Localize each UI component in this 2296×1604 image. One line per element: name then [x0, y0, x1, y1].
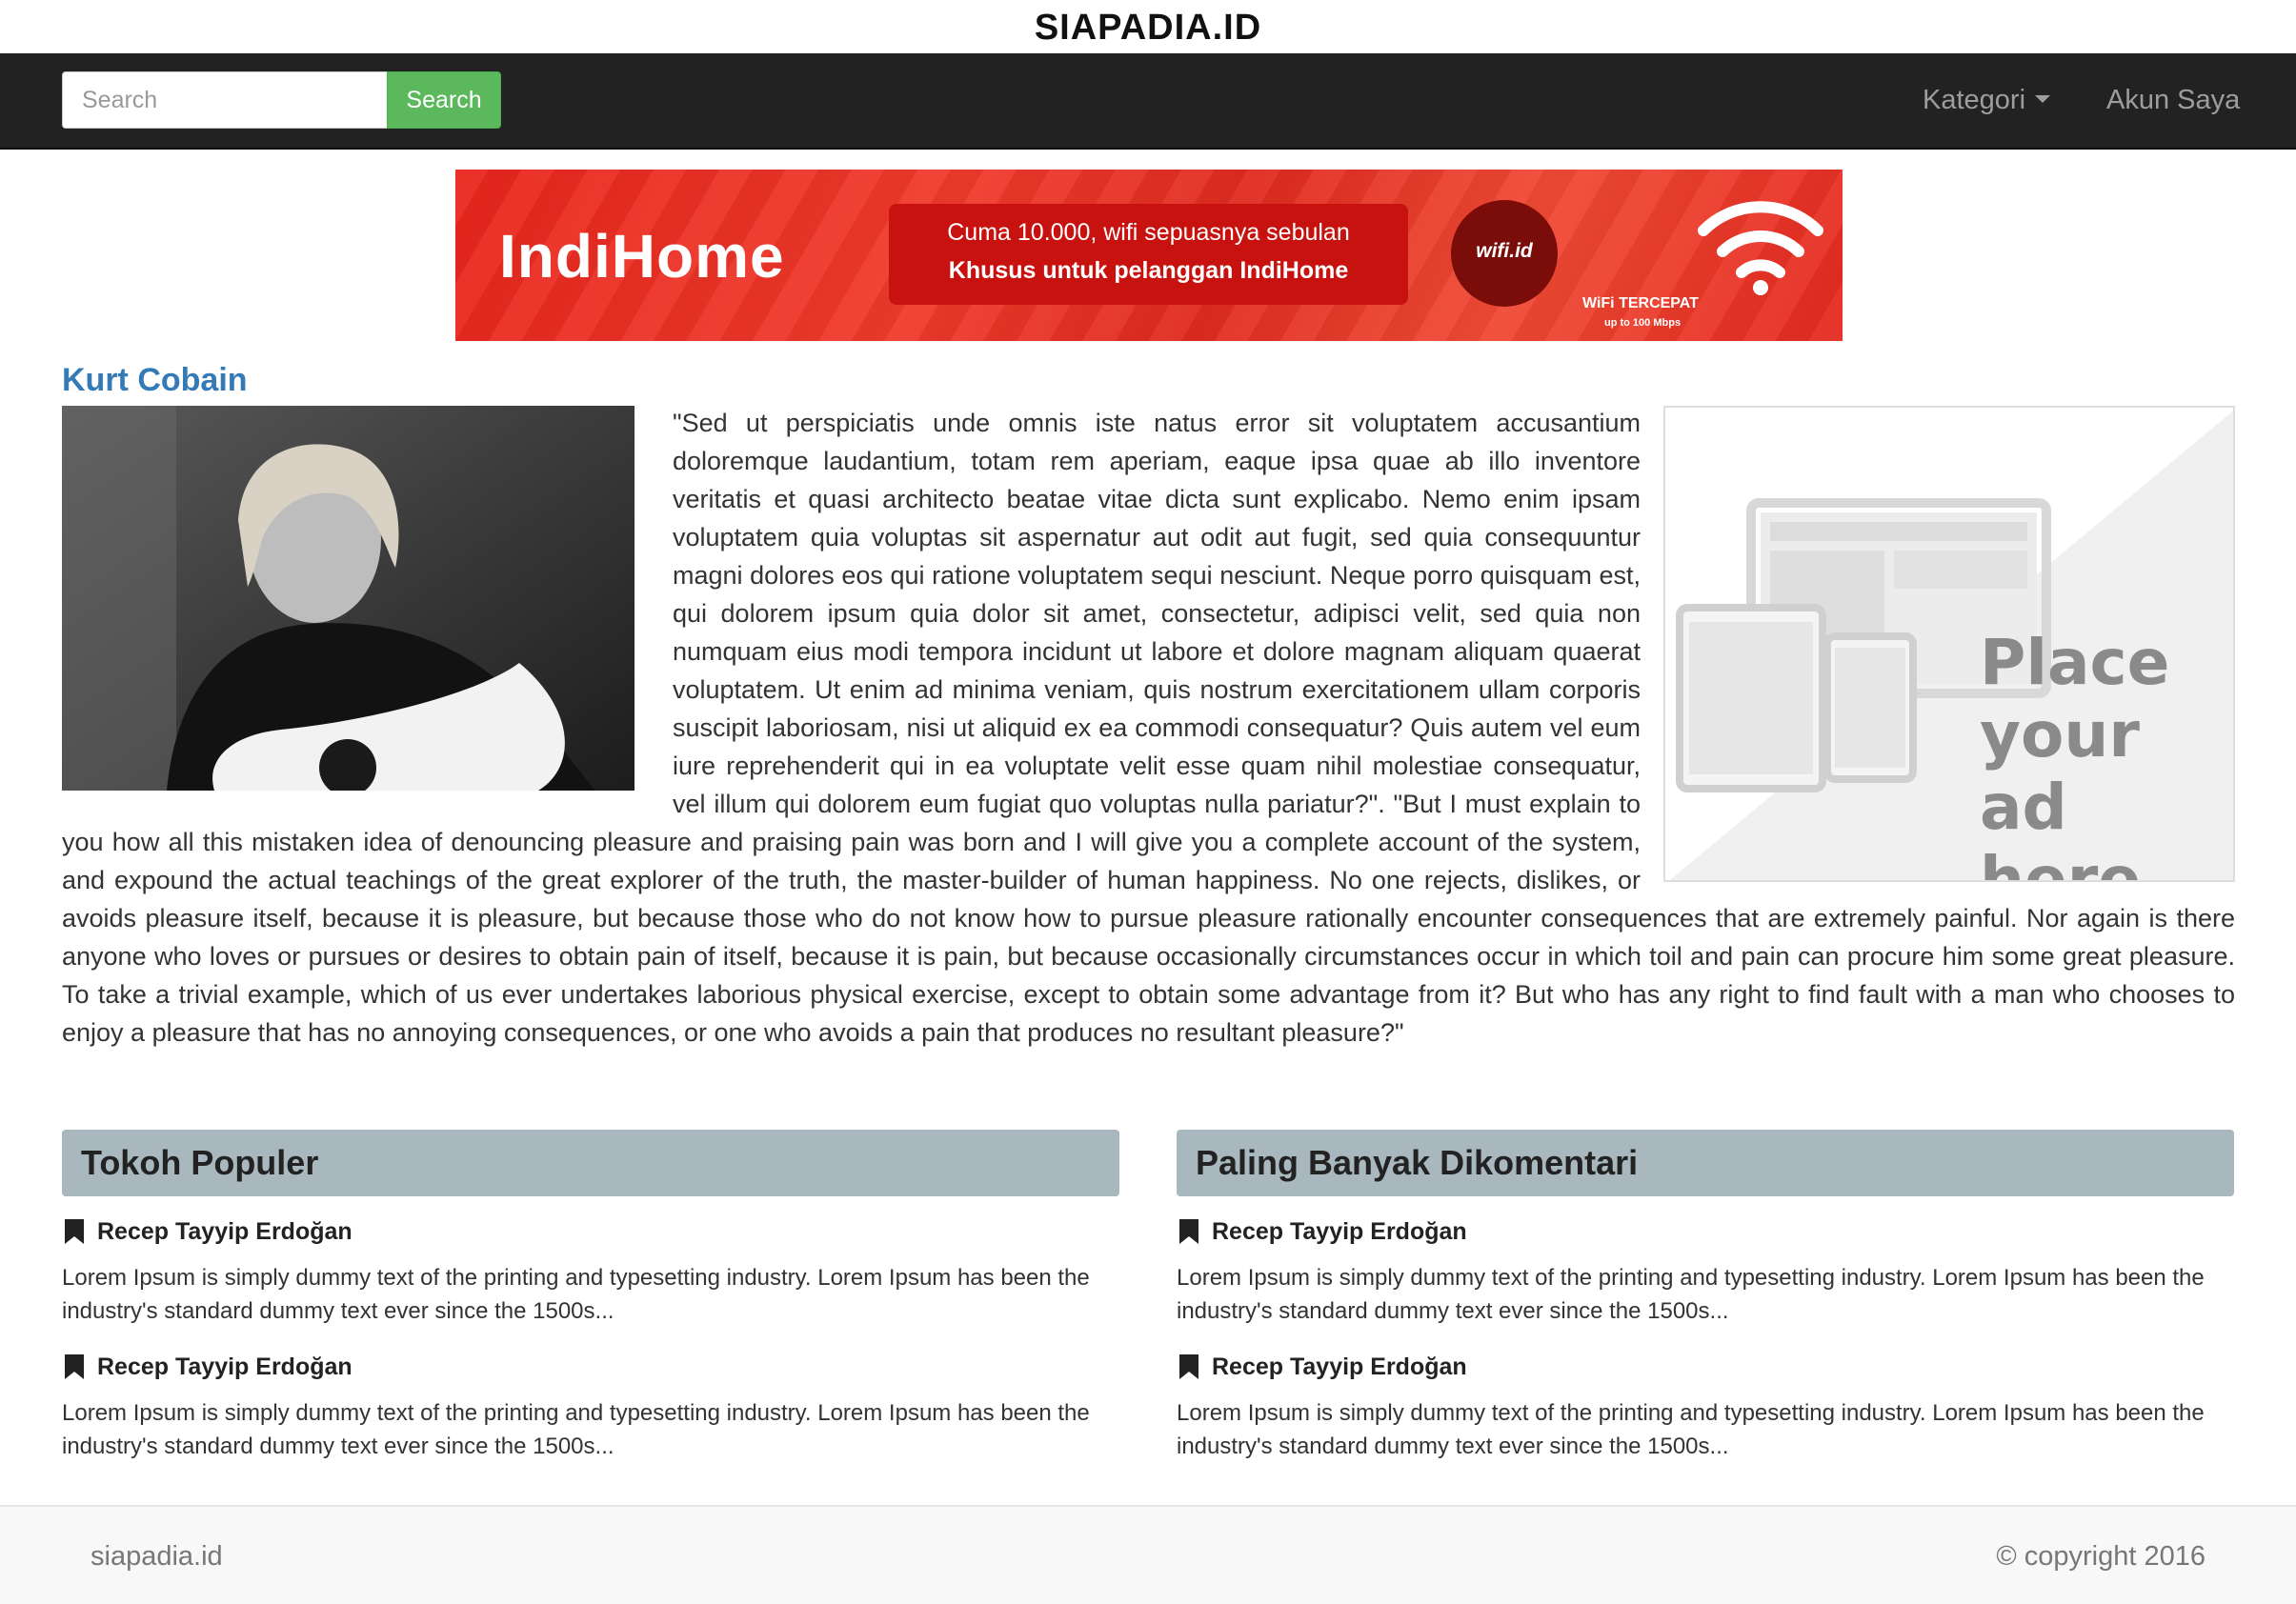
commented-list-item: Recep Tayyip Erdoğan Lorem Ipsum is simp…: [1177, 1215, 2234, 1328]
kategori-label: Kategori: [1923, 85, 2026, 115]
popular-list-item: Recep Tayyip Erdoğan Lorem Ipsum is simp…: [62, 1351, 1119, 1463]
portrait-illustration: [62, 406, 634, 791]
footer: siapadia.id © copyright 2016: [0, 1505, 2296, 1604]
banner-wifi-tercepat: WiFi TERCEPAT: [1582, 295, 1699, 311]
indihome-banner-ad[interactable]: IndiHome Cuma 10.000, wifi sepuasnya seb…: [455, 170, 1843, 341]
paling-banyak-dikomentari-heading: Paling Banyak Dikomentari: [1177, 1130, 2234, 1196]
bookmark-icon: [1179, 1354, 1198, 1379]
search-button[interactable]: Search: [387, 71, 501, 129]
ad-line-2: your: [1980, 698, 2140, 772]
ad-line-3: ad here: [1980, 771, 2142, 882]
commented-list-item: Recep Tayyip Erdoğan Lorem Ipsum is simp…: [1177, 1351, 2234, 1463]
wifi-id-logo-text: wifi.id: [1476, 240, 1533, 262]
commented-item-name: Recep Tayyip Erdoğan: [1212, 1353, 1467, 1380]
bookmark-icon: [1179, 1219, 1198, 1244]
banner-offer-line1: Cuma 10.000, wifi sepuasnya sebulan: [947, 219, 1350, 246]
commented-item-title[interactable]: Recep Tayyip Erdoğan: [1177, 1351, 2234, 1383]
commented-item-desc: Lorem Ipsum is simply dummy text of the …: [1177, 1265, 2205, 1324]
banner-offer-line2: Khusus untuk pelanggan IndiHome: [948, 257, 1349, 284]
commented-item-desc: Lorem Ipsum is simply dummy text of the …: [1177, 1400, 2205, 1459]
commented-item-title[interactable]: Recep Tayyip Erdoğan: [1177, 1215, 2234, 1248]
kategori-dropdown[interactable]: Kategori: [1923, 53, 2051, 148]
popular-item-desc: Lorem Ipsum is simply dummy text of the …: [62, 1400, 1090, 1459]
banner-wifi-speed: up to 100 Mbps: [1604, 317, 1682, 329]
bookmark-icon: [65, 1354, 84, 1379]
tokoh-populer-heading: Tokoh Populer: [62, 1130, 1119, 1196]
popular-item-name: Recep Tayyip Erdoğan: [97, 1353, 352, 1380]
banner-offer-box: Cuma 10.000, wifi sepuasnya sebulan Khus…: [889, 204, 1408, 305]
chevron-down-icon: [2035, 95, 2051, 104]
footer-copyright: © copyright 2016: [1996, 1541, 2205, 1572]
wifi-id-logo: wifi.id: [1451, 200, 1558, 307]
bookmark-icon: [65, 1219, 84, 1244]
navbar: Search Kategori Akun Saya: [0, 53, 2296, 150]
article-photo: [62, 406, 634, 791]
wifi-icon: [1698, 201, 1823, 295]
popular-item-title[interactable]: Recep Tayyip Erdoğan: [62, 1215, 1119, 1248]
search-input[interactable]: [62, 71, 388, 129]
ad-placeholder[interactable]: Place your ad here: [1663, 406, 2235, 882]
ad-line-1: Place: [1980, 626, 2170, 699]
tokoh-populer-title: Tokoh Populer: [81, 1143, 319, 1182]
banner-logo: IndiHome: [499, 222, 785, 291]
popular-item-title[interactable]: Recep Tayyip Erdoğan: [62, 1351, 1119, 1383]
popular-item-name: Recep Tayyip Erdoğan: [97, 1218, 352, 1245]
site-title: SIAPADIA.ID: [1034, 8, 1262, 48]
popular-item-desc: Lorem Ipsum is simply dummy text of the …: [62, 1265, 1090, 1324]
popular-list-item: Recep Tayyip Erdoğan Lorem Ipsum is simp…: [62, 1215, 1119, 1328]
ad-placeholder-text: Place your ad here: [1980, 626, 2233, 882]
commented-item-name: Recep Tayyip Erdoğan: [1212, 1218, 1467, 1245]
akun-saya-link[interactable]: Akun Saya: [2106, 53, 2240, 148]
paling-banyak-dikomentari-title: Paling Banyak Dikomentari: [1196, 1143, 1639, 1182]
article-title[interactable]: Kurt Cobain: [62, 362, 248, 399]
footer-site-name: siapadia.id: [91, 1541, 223, 1572]
